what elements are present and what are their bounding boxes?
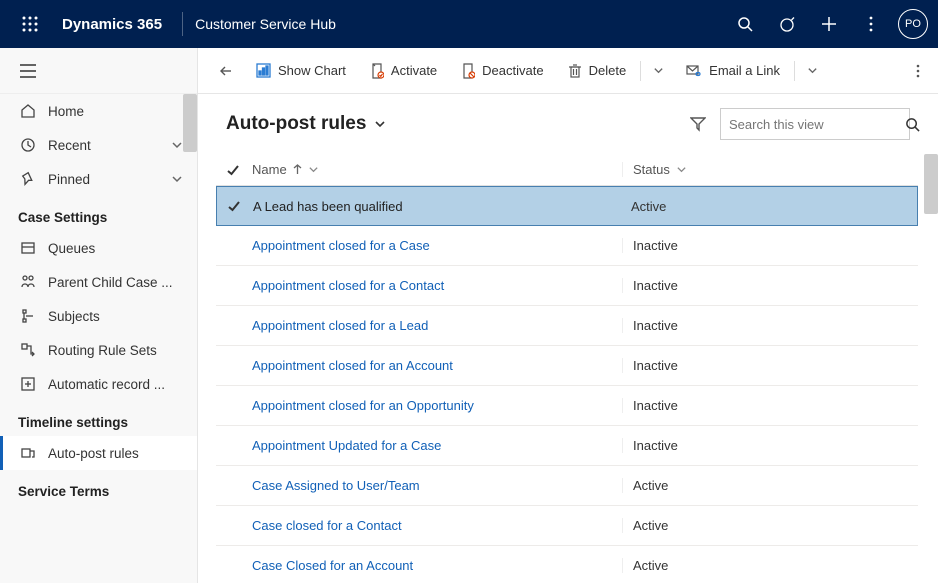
table-row[interactable]: Appointment Updated for a CaseInactive xyxy=(216,426,918,466)
row-name-link[interactable]: Appointment Updated for a Case xyxy=(250,438,622,453)
table-row[interactable]: Case Assigned to User/TeamActive xyxy=(216,466,918,506)
table-row[interactable]: Case closed for a ContactActive xyxy=(216,506,918,546)
column-header-name[interactable]: Name xyxy=(250,162,622,177)
row-name-link[interactable]: Appointment closed for a Lead xyxy=(250,318,622,333)
select-all-checkbox[interactable] xyxy=(216,163,250,177)
column-header-status[interactable]: Status xyxy=(622,162,918,177)
deactivate-icon xyxy=(461,63,475,79)
view-title-text: Auto-post rules xyxy=(226,113,366,135)
row-name-link[interactable]: Appointment closed for an Opportunity xyxy=(250,398,622,413)
table-row[interactable]: A Lead has been qualifiedActive xyxy=(216,186,918,226)
delete-button[interactable]: Delete xyxy=(556,48,639,94)
sidebar-item-queues[interactable]: Queues xyxy=(0,231,197,265)
view-title-dropdown[interactable]: Auto-post rules xyxy=(226,113,386,135)
search-icon[interactable] xyxy=(724,0,766,48)
auto-icon xyxy=(18,376,38,392)
chevron-down-icon xyxy=(171,139,183,151)
row-status: Active xyxy=(621,199,917,214)
activate-button[interactable]: Activate xyxy=(358,48,449,94)
row-name-link[interactable]: Case closed for a Contact xyxy=(250,518,622,533)
row-status: Inactive xyxy=(622,398,918,413)
row-name-link[interactable]: Case Closed for an Account xyxy=(250,558,622,573)
search-view-box[interactable] xyxy=(720,108,910,140)
chevron-down-icon xyxy=(171,173,183,185)
sort-asc-icon xyxy=(293,164,302,175)
routing-icon xyxy=(18,342,38,358)
sidebar-item-auto-post-rules[interactable]: Auto-post rules xyxy=(0,436,197,470)
row-status: Inactive xyxy=(622,438,918,453)
row-status: Inactive xyxy=(622,358,918,373)
delete-icon xyxy=(568,63,582,78)
sidebar-section-title: Case Settings xyxy=(0,196,197,231)
sidebar-item-recent[interactable]: Recent xyxy=(0,128,197,162)
content-area: Show ChartActivateDeactivateDelete Email … xyxy=(198,48,938,583)
home-icon xyxy=(18,103,38,119)
post-icon xyxy=(18,445,38,461)
clock-icon xyxy=(18,137,38,153)
sidebar-item-subjects[interactable]: Subjects xyxy=(0,299,197,333)
row-name-link[interactable]: A Lead has been qualified xyxy=(251,199,621,214)
search-view-icon[interactable] xyxy=(905,117,920,132)
app-topbar: Dynamics 365 Customer Service Hub PO xyxy=(0,0,938,48)
table-row[interactable]: Appointment closed for a CaseInactive xyxy=(216,226,918,266)
row-status: Inactive xyxy=(622,318,918,333)
task-icon[interactable] xyxy=(766,0,808,48)
sidebar-section-title: Service Terms xyxy=(0,470,197,505)
subjects-icon xyxy=(18,308,38,324)
sidebar-item-pinned[interactable]: Pinned xyxy=(0,162,197,196)
chevron-down-icon xyxy=(308,164,319,175)
row-status: Active xyxy=(622,478,918,493)
overflow-button[interactable] xyxy=(906,48,930,94)
row-checkbox[interactable] xyxy=(217,199,251,213)
emaillink-icon xyxy=(686,64,702,78)
queues-icon xyxy=(18,240,38,256)
app-launcher-icon[interactable] xyxy=(10,16,50,32)
row-name-link[interactable]: Appointment closed for a Contact xyxy=(250,278,622,293)
chevron-down-icon xyxy=(676,164,687,175)
table-row[interactable]: Appointment closed for a ContactInactive xyxy=(216,266,918,306)
sidebar-item-routing-rule-sets[interactable]: Routing Rule Sets xyxy=(0,333,197,367)
sidebar-item-automatic-record-[interactable]: Automatic record ... xyxy=(0,367,197,401)
pin-icon xyxy=(18,171,38,187)
menu-toggle-icon[interactable] xyxy=(0,48,197,94)
table-row[interactable]: Appointment closed for an AccountInactiv… xyxy=(216,346,918,386)
hub-label[interactable]: Customer Service Hub xyxy=(191,16,336,32)
row-name-link[interactable]: Case Assigned to User/Team xyxy=(250,478,622,493)
grid: Name Status A Lead has been qualifiedAct… xyxy=(198,154,938,583)
deactivate-button[interactable]: Deactivate xyxy=(449,48,555,94)
view-header: Auto-post rules xyxy=(198,94,938,154)
table-row[interactable]: Case Closed for an AccountActive xyxy=(216,546,918,583)
grid-scrollbar[interactable] xyxy=(924,154,938,214)
search-view-input[interactable] xyxy=(729,117,905,132)
brand-divider xyxy=(182,12,183,36)
showchart-icon xyxy=(256,63,271,78)
row-status: Active xyxy=(622,518,918,533)
sidebar-section-title: Timeline settings xyxy=(0,401,197,436)
table-row[interactable]: Appointment closed for a LeadInactive xyxy=(216,306,918,346)
emaillink-split-caret[interactable] xyxy=(797,65,828,76)
sidebar-item-home[interactable]: Home xyxy=(0,94,197,128)
parent-icon xyxy=(18,274,38,290)
showchart-button[interactable]: Show Chart xyxy=(244,48,358,94)
sidebar: HomeRecentPinnedCase SettingsQueuesParen… xyxy=(0,48,198,583)
grid-header: Name Status xyxy=(216,154,918,186)
command-bar: Show ChartActivateDeactivateDelete Email … xyxy=(198,48,938,94)
sidebar-item-parent-child-case-[interactable]: Parent Child Case ... xyxy=(0,265,197,299)
delete-split-caret[interactable] xyxy=(643,65,674,76)
table-row[interactable]: Appointment closed for an OpportunityIna… xyxy=(216,386,918,426)
row-name-link[interactable]: Appointment closed for a Case xyxy=(250,238,622,253)
row-status: Inactive xyxy=(622,278,918,293)
filter-icon[interactable] xyxy=(676,116,720,132)
add-icon[interactable] xyxy=(808,0,850,48)
activate-icon xyxy=(370,63,384,79)
row-status: Inactive xyxy=(622,238,918,253)
more-icon[interactable] xyxy=(850,0,892,48)
row-name-link[interactable]: Appointment closed for an Account xyxy=(250,358,622,373)
brand-label[interactable]: Dynamics 365 xyxy=(50,16,174,33)
user-avatar[interactable]: PO xyxy=(898,9,928,39)
emaillink-button[interactable]: Email a Link xyxy=(674,48,792,94)
row-status: Active xyxy=(622,558,918,573)
back-button[interactable] xyxy=(214,48,242,94)
